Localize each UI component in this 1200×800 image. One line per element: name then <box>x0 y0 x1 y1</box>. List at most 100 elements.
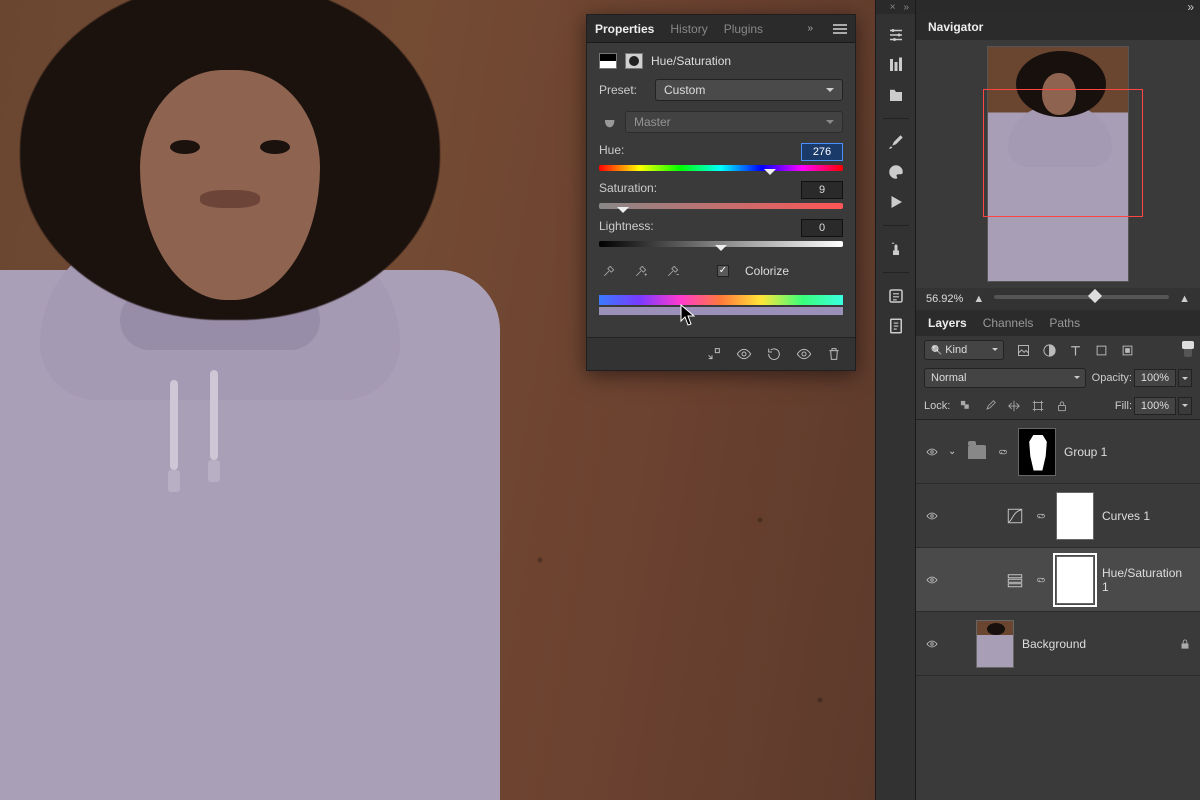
styles-dock-icon[interactable] <box>882 52 910 78</box>
saturation-thumb[interactable] <box>617 207 629 219</box>
filter-toggle[interactable] <box>1184 343 1192 357</box>
lock-all-icon[interactable] <box>1054 398 1070 414</box>
brushes-dock-icon[interactable] <box>882 129 910 155</box>
navigator-tab[interactable]: Navigator <box>916 14 1200 40</box>
input-spectrum-bar[interactable] <box>599 295 843 305</box>
zoom-in-icon[interactable]: ▲ <box>1179 293 1190 305</box>
blend-mode-select[interactable]: Normal <box>924 368 1086 388</box>
rcol-expand-icon[interactable]: » <box>1187 0 1194 14</box>
tab-channels[interactable]: Channels <box>983 316 1034 330</box>
info-dock-icon[interactable] <box>882 283 910 309</box>
layer-name[interactable]: Hue/Saturation 1 <box>1102 566 1192 594</box>
dock-close-icon[interactable]: × <box>890 2 896 13</box>
visibility-icon[interactable] <box>924 508 940 524</box>
filter-adjustment-icon[interactable] <box>1040 341 1058 359</box>
layer-row-background[interactable]: Background <box>916 612 1200 676</box>
preset-select[interactable]: Custom <box>655 79 843 101</box>
fill-chevron-icon[interactable] <box>1178 397 1192 415</box>
zoom-thumb[interactable] <box>1088 289 1102 303</box>
layer-mask-thumbnail[interactable] <box>1056 556 1094 604</box>
panel-menu-icon[interactable] <box>833 24 847 34</box>
toggle-visibility-icon[interactable] <box>793 344 815 364</box>
hue-value-input[interactable]: 276 <box>801 143 843 161</box>
lock-transparency-icon[interactable] <box>958 398 974 414</box>
layer-name[interactable]: Curves 1 <box>1102 509 1150 523</box>
layers-panel-tabs: Layers Channels Paths <box>916 310 1200 336</box>
link-mask-icon[interactable] <box>1034 509 1048 523</box>
collapse-icon[interactable]: » <box>803 23 817 34</box>
filter-shape-icon[interactable] <box>1092 341 1110 359</box>
link-mask-icon[interactable] <box>1034 573 1048 587</box>
huesat-adjustment-icon[interactable] <box>1004 570 1026 590</box>
visibility-icon[interactable] <box>924 636 940 652</box>
group-mask-thumbnail[interactable] <box>1018 428 1056 476</box>
lightness-slider[interactable] <box>599 241 843 247</box>
visibility-icon[interactable] <box>924 444 940 460</box>
saturation-slider[interactable] <box>599 203 843 209</box>
lock-pixels-icon[interactable] <box>982 398 998 414</box>
trash-icon[interactable] <box>823 344 845 364</box>
group-disclosure-icon[interactable]: ⌄ <box>948 446 960 457</box>
tab-history[interactable]: History <box>670 22 707 36</box>
layer-thumbnail[interactable] <box>976 620 1014 668</box>
layer-kind-select[interactable]: Kind <box>924 340 1004 360</box>
filter-type-icon[interactable] <box>1066 341 1084 359</box>
blend-opacity-row: Normal Opacity: 100% <box>916 364 1200 392</box>
navigator-thumbnail[interactable] <box>987 46 1129 282</box>
tab-plugins[interactable]: Plugins <box>724 22 763 36</box>
lock-artboard-icon[interactable] <box>1030 398 1046 414</box>
dock-expand-icon[interactable]: » <box>903 2 909 13</box>
targeted-adjust-icon[interactable] <box>599 112 619 132</box>
zoom-slider[interactable] <box>994 295 1169 299</box>
output-spectrum-bar[interactable] <box>599 307 843 315</box>
fill-label: Fill: <box>1115 400 1132 412</box>
layer-name[interactable]: Background <box>1022 637 1086 651</box>
eyedropper-subtract-icon[interactable] <box>663 261 683 281</box>
adjustment-header: Hue/Saturation <box>599 53 843 69</box>
layer-row-group[interactable]: ⌄ Group 1 <box>916 420 1200 484</box>
tab-properties[interactable]: Properties <box>595 22 654 36</box>
filter-pixel-icon[interactable] <box>1014 341 1032 359</box>
opacity-chevron-icon[interactable] <box>1178 369 1192 387</box>
curves-adjustment-icon[interactable] <box>1004 506 1026 526</box>
visibility-icon[interactable] <box>924 572 940 588</box>
view-previous-icon[interactable] <box>733 344 755 364</box>
lightness-value-input[interactable]: 0 <box>801 219 843 237</box>
eyedropper-row: Colorize <box>599 261 843 281</box>
hue-thumb[interactable] <box>764 169 776 181</box>
actions-dock-icon[interactable] <box>882 189 910 215</box>
libraries-dock-icon[interactable] <box>882 82 910 108</box>
zoom-out-icon[interactable]: ▲ <box>973 293 984 305</box>
fill-input[interactable]: 100% <box>1134 397 1176 415</box>
saturation-value-input[interactable]: 9 <box>801 181 843 199</box>
properties-footer <box>587 337 855 370</box>
eyedropper-icon[interactable] <box>599 261 619 281</box>
layer-mask-thumbnail[interactable] <box>1056 492 1094 540</box>
hue-slider[interactable] <box>599 165 843 171</box>
zoom-value[interactable]: 56.92% <box>926 293 963 305</box>
background-lock-icon[interactable] <box>1178 637 1192 651</box>
filter-smart-icon[interactable] <box>1118 341 1136 359</box>
notes-dock-icon[interactable] <box>882 313 910 339</box>
saturation-slider-group: Saturation: 9 <box>599 181 843 209</box>
eyedropper-add-icon[interactable] <box>631 261 651 281</box>
clone-source-dock-icon[interactable] <box>882 236 910 262</box>
hue-slider-group: Hue: 276 <box>599 143 843 171</box>
colorize-checkbox[interactable] <box>717 265 729 277</box>
layer-row-huesat[interactable]: Hue/Saturation 1 <box>916 548 1200 612</box>
tab-layers[interactable]: Layers <box>928 316 967 330</box>
swatches-dock-icon[interactable] <box>882 159 910 185</box>
color-range-bars[interactable] <box>599 295 843 315</box>
lightness-thumb[interactable] <box>715 245 727 257</box>
adjustments-dock-icon[interactable] <box>882 22 910 48</box>
layer-mask-icon[interactable] <box>625 53 643 69</box>
navigator-preview[interactable] <box>916 40 1200 288</box>
layer-row-curves[interactable]: Curves 1 <box>916 484 1200 548</box>
tab-paths[interactable]: Paths <box>1049 316 1080 330</box>
reset-icon[interactable] <box>763 344 785 364</box>
opacity-input[interactable]: 100% <box>1134 369 1176 387</box>
clip-to-layer-icon[interactable] <box>703 344 725 364</box>
link-mask-icon[interactable] <box>996 445 1010 459</box>
lock-position-icon[interactable] <box>1006 398 1022 414</box>
layer-name[interactable]: Group 1 <box>1064 445 1107 459</box>
